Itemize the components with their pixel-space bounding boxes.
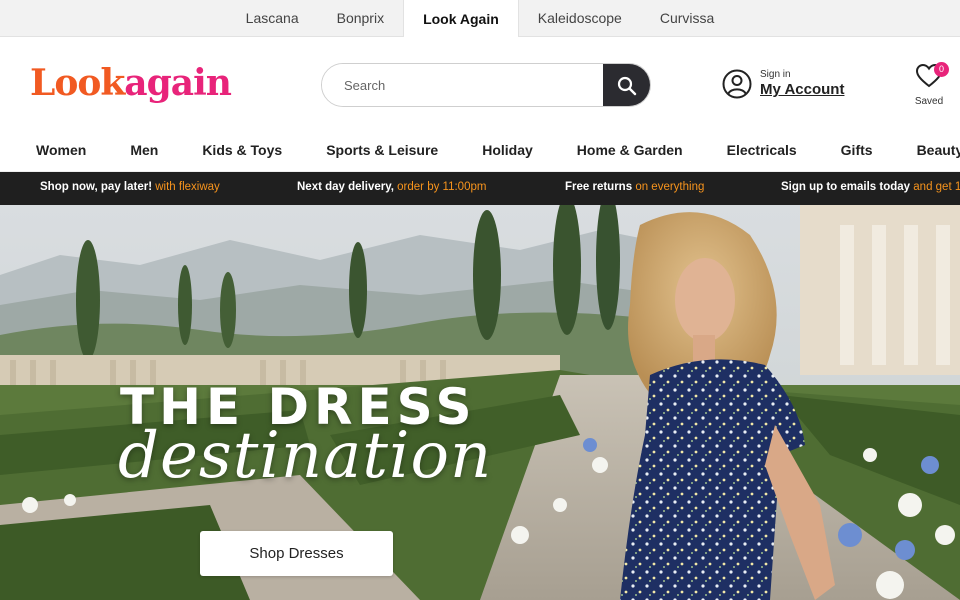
main-navigation: Women Men Kids & Toys Sports & Leisure H… xyxy=(0,129,960,172)
promo-free-returns[interactable]: Free returns on everything xyxy=(565,181,704,193)
promo-accent-text: and get 10 xyxy=(913,181,960,193)
brand-switcher: Lascana Bonprix Look Again Kaleidoscope … xyxy=(0,0,960,37)
logo-part-look: Look xyxy=(30,62,125,104)
brand-tab-bonprix[interactable]: Bonprix xyxy=(318,0,403,36)
promo-strip: Shop now, pay later! with flexiway Next … xyxy=(0,172,960,205)
search-button[interactable] xyxy=(603,64,650,106)
nav-item-men[interactable]: Men xyxy=(130,142,158,158)
search-icon xyxy=(617,76,636,96)
nav-item-home-garden[interactable]: Home & Garden xyxy=(577,142,683,158)
brand-tab-lascana[interactable]: Lascana xyxy=(227,0,318,36)
shop-dresses-button[interactable]: Shop Dresses xyxy=(200,531,393,576)
promo-bold-text: Shop now, pay later! xyxy=(40,181,153,193)
promo-accent-text: on everything xyxy=(635,181,705,193)
site-logo[interactable]: Lookagain xyxy=(30,61,232,105)
nav-item-gifts[interactable]: Gifts xyxy=(841,142,873,158)
saved-label: Saved xyxy=(914,96,944,107)
promo-pay-later[interactable]: Shop now, pay later! with flexiway xyxy=(40,181,220,193)
nav-item-holiday[interactable]: Holiday xyxy=(482,142,533,158)
user-icon xyxy=(722,69,752,99)
saved-items-button[interactable]: 0 Saved xyxy=(910,62,949,107)
brand-tab-kaleidoscope[interactable]: Kaleidoscope xyxy=(519,0,641,36)
nav-item-women[interactable]: Women xyxy=(36,142,86,158)
brand-tab-curvissa[interactable]: Curvissa xyxy=(641,0,733,36)
saved-count-badge: 0 xyxy=(934,62,949,77)
nav-item-sports-leisure[interactable]: Sports & Leisure xyxy=(326,142,438,158)
search-input[interactable] xyxy=(322,64,603,106)
logo-part-again: again xyxy=(124,62,232,104)
nav-item-electricals[interactable]: Electricals xyxy=(727,142,797,158)
brand-tab-look-again[interactable]: Look Again xyxy=(403,0,519,37)
sign-in-label: Sign in xyxy=(760,69,791,80)
promo-bold-text: Sign up to emails today xyxy=(781,181,911,193)
hero-banner[interactable]: THE DRESS destination Shop Dresses xyxy=(0,205,960,600)
promo-bold-text: Next day delivery, xyxy=(297,181,394,193)
search-bar xyxy=(321,63,651,107)
promo-accent-text: order by 11:00pm xyxy=(397,181,487,193)
promo-email-signup[interactable]: Sign up to emails today and get 10 xyxy=(781,181,960,193)
hero-headline-line2: destination xyxy=(118,419,493,493)
my-account-label[interactable]: My Account xyxy=(760,81,844,99)
nav-item-beauty[interactable]: Beauty xyxy=(917,142,960,158)
promo-accent-text: with flexiway xyxy=(155,181,220,193)
account-link[interactable]: Sign in My Account xyxy=(722,69,844,99)
nav-item-kids-toys[interactable]: Kids & Toys xyxy=(202,142,282,158)
account-text: Sign in My Account xyxy=(760,69,844,99)
site-header: Lookagain Sign in My Account 0 Saved xyxy=(0,37,960,129)
promo-next-day-delivery[interactable]: Next day delivery, order by 11:00pm xyxy=(297,181,486,193)
promo-bold-text: Free returns xyxy=(565,181,633,193)
